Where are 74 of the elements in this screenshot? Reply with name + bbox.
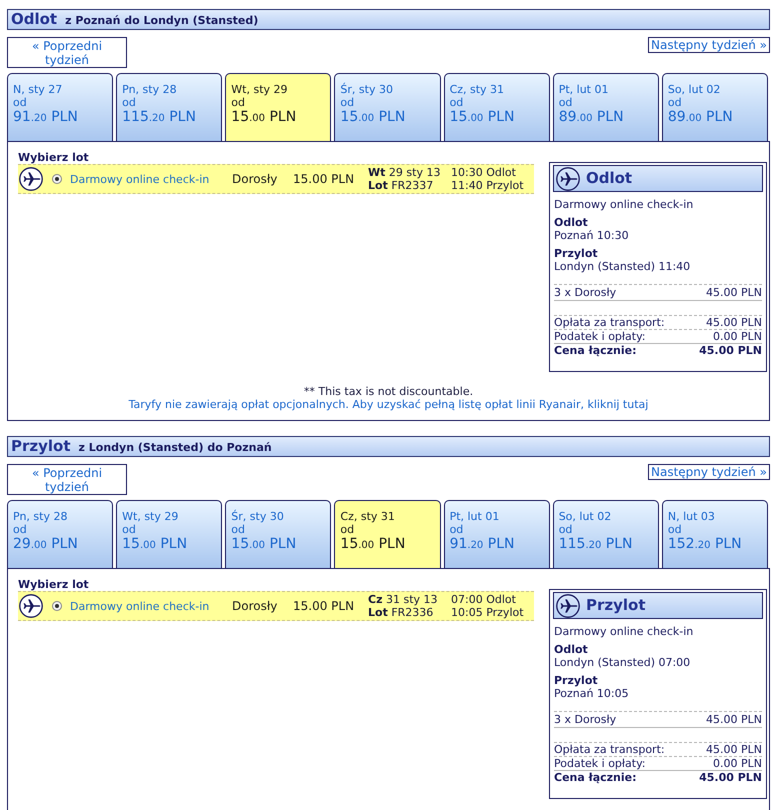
departure-label: Odlot (554, 643, 589, 656)
charge-amount: 0.00 PLN (713, 757, 762, 770)
charge-label: Podatek i opłaty: (554, 330, 646, 343)
next-week-button[interactable]: Następny tydzień » (648, 464, 770, 480)
prev-week-button[interactable]: « Poprzedni tydzień (7, 37, 127, 68)
flight-row[interactable]: Darmowy online check-in Dorosły 15.00 PLN Cz 31 sty 13 Lot FR2336 07:00 Odlot 10:05 Przylot (18, 591, 534, 621)
departure-time: 07:00 Odlot (451, 593, 516, 606)
total-label: Cena łącznie: (554, 771, 637, 784)
flight-list-heading: Wybierz lot (18, 578, 90, 591)
charge-label: Opłata za transport: (554, 316, 665, 329)
passenger-type: Dorosły (232, 172, 278, 186)
date-tab[interactable]: Wt, sty 29 od 15.00 PLN (225, 73, 332, 141)
plane-icon (19, 594, 43, 618)
date-tab[interactable]: Śr, sty 30 od 15.00 PLN (225, 500, 332, 568)
departure-time: 10:30 Odlot (451, 166, 516, 179)
passenger-type: Dorosły (232, 599, 278, 613)
date-tab[interactable]: Śr, sty 30 od 15.00 PLN (334, 73, 441, 141)
date-tab[interactable]: N, sty 27 od 91.20 PLN (7, 73, 114, 141)
summary-title: Odlot (586, 169, 632, 188)
fares-link[interactable]: Taryfy nie zawierają opłat opcjonalnych. Aby uzyskać pełną listę opłat linii Ryanair, kliknij tutaj (128, 398, 648, 411)
date-tab[interactable]: Pt, lut 01 od 91.20 PLN (444, 500, 550, 568)
route-text: z Poznań do Londyn (Stansted) (65, 13, 258, 29)
date-tab[interactable]: Pt, lut 01 od 89.00 PLN (552, 73, 659, 141)
fare-type: Darmowy online check-in (554, 625, 694, 638)
route-text: z Londyn (Stansted) do Poznań (78, 440, 272, 456)
departure-info: Londyn (Stansted) 07:00 (554, 656, 692, 669)
charge-amount: 45.00 PLN (706, 743, 762, 756)
date-tab[interactable]: N, lut 03 od 152.20 PLN (662, 500, 768, 568)
flight-date: Cz 31 sty 13 (368, 593, 438, 606)
fare-link[interactable]: Darmowy online check-in (70, 172, 232, 186)
next-week-button[interactable]: Następny tydzień » (648, 37, 770, 53)
flight-number: Lot FR2337 (368, 179, 434, 192)
date-tab[interactable]: Cz, sty 31 od 15.00 PLN (444, 73, 550, 141)
passenger-amount: 45.00 PLN (706, 713, 762, 726)
arrival-label: Przylot (554, 247, 599, 260)
summary-title: Przylot (586, 596, 646, 615)
passenger-label: 3 x Dorosły (554, 286, 616, 299)
total-amount: 45.00 PLN (699, 344, 762, 357)
section-title: Odlot (11, 10, 58, 29)
departure-label: Odlot (554, 216, 589, 229)
plane-icon (19, 167, 43, 191)
flight-row[interactable]: Darmowy online check-in Dorosły 15.00 PLN Wt 29 sty 13 Lot FR2337 10:30 Odlot 11:40 Przylot (18, 164, 534, 194)
date-tab[interactable]: Pn, sty 28 od 115.20 PLN (116, 73, 222, 141)
flight-date: Wt 29 sty 13 (368, 166, 440, 179)
total-label: Cena łącznie: (554, 344, 637, 357)
date-tab[interactable]: So, lut 02 od 115.20 PLN (552, 500, 659, 568)
prev-week-button[interactable]: « Poprzedni tydzień (7, 464, 127, 495)
charge-amount: 45.00 PLN (706, 316, 762, 329)
radio-button[interactable] (52, 174, 62, 184)
radio-button[interactable] (52, 601, 62, 611)
arrival-info: Poznań 10:05 (554, 687, 630, 700)
passenger-amount: 45.00 PLN (706, 286, 762, 299)
flight-list-heading: Wybierz lot (18, 151, 90, 164)
tax-note: ** This tax is not discountable. (304, 385, 474, 398)
fare-link[interactable]: Darmowy online check-in (70, 600, 232, 612)
date-tab[interactable]: Wt, sty 29 od 15.00 PLN (116, 500, 222, 568)
flight-number: Lot FR2336 (368, 606, 434, 619)
charge-label: Opłata za transport: (554, 743, 665, 756)
charge-amount: 0.00 PLN (713, 330, 762, 343)
arrival-time: 11:40 Przylot (451, 179, 524, 192)
fare-price: 15.00 PLN (293, 599, 356, 613)
date-tab[interactable]: Cz, sty 31 od 15.00 PLN (334, 500, 441, 568)
date-tab[interactable]: Pn, sty 28 od 29.00 PLN (7, 500, 114, 568)
fare-type: Darmowy online check-in (554, 198, 694, 211)
fare-price: 15.00 PLN (293, 172, 356, 186)
departure-info: Poznań 10:30 (554, 229, 630, 242)
total-amount: 45.00 PLN (699, 771, 762, 784)
date-tab[interactable]: So, lut 02 od 89.00 PLN (662, 73, 768, 141)
passenger-label: 3 x Dorosły (554, 713, 616, 726)
arrival-label: Przylot (554, 674, 599, 687)
charge-label: Podatek i opłaty: (554, 757, 646, 770)
arrival-info: Londyn (Stansted) 11:40 (554, 260, 692, 273)
arrival-time: 10:05 Przylot (451, 606, 524, 619)
section-title: Przylot (11, 437, 71, 456)
